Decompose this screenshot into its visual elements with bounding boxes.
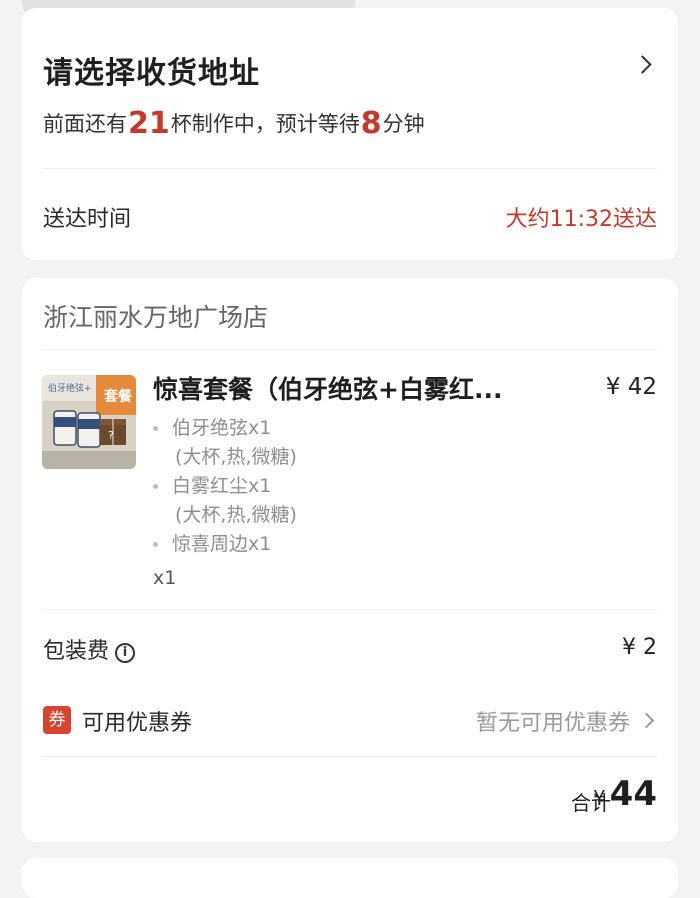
divider — [43, 609, 657, 610]
queue-middle: 杯制作中，预计等待 — [170, 112, 360, 136]
packing-fee-row: 包装费 i — [43, 633, 136, 665]
chevron-right-icon[interactable] — [638, 712, 655, 729]
bullet-icon — [153, 542, 158, 547]
info-icon[interactable]: i — [115, 643, 136, 663]
total-number: 44 — [609, 774, 657, 814]
product-price: ¥ 42 — [605, 374, 657, 400]
product-image: 伯牙绝弦+ 套餐 ? — [42, 375, 136, 469]
bullet-icon — [153, 426, 158, 431]
wait-minutes: 8 — [360, 106, 382, 141]
queue-status: 前面还有21杯制作中，预计等待8分钟 — [43, 106, 425, 141]
delivery-time-label: 送达时间 — [43, 207, 132, 232]
chevron-right-icon[interactable] — [633, 55, 652, 74]
coupon-label[interactable]: 可用优惠券 — [82, 705, 192, 737]
product-name[interactable]: 惊喜套餐（伯牙绝弦+白雾红... — [153, 370, 553, 406]
coupon-icon: 券 — [43, 706, 71, 734]
queue-prefix: 前面还有 — [43, 112, 127, 136]
combo-item-name: 伯牙绝弦x1 — [172, 417, 272, 439]
combo-item-spec: (大杯,热,微糖) — [175, 504, 297, 526]
product-quantity: x1 — [153, 567, 177, 589]
divider — [43, 349, 657, 350]
combo-item: 白雾红尘x1 — [153, 472, 271, 500]
address-title[interactable]: 请选择收货地址 — [43, 48, 260, 92]
packing-fee-value: ¥ 2 — [622, 635, 657, 660]
currency-symbol: ¥ — [592, 786, 606, 810]
coupon-value[interactable]: 暂无可用优惠券 — [476, 705, 630, 737]
svg-text:?: ? — [108, 429, 114, 442]
queue-count: 21 — [128, 106, 170, 141]
packing-fee-label: 包装费 — [43, 639, 110, 664]
order-card: 浙江丽水万地广场店 伯牙绝弦+ 套餐 ? 惊喜套餐（伯牙绝弦+白雾红... ¥ … — [22, 278, 678, 842]
combo-item-name: 白雾红尘x1 — [172, 475, 272, 497]
address-card: 请选择收货地址 前面还有21杯制作中，预计等待8分钟 送达时间 大约11:32送… — [22, 8, 678, 260]
combo-item: 惊喜周边x1 — [153, 530, 271, 558]
bullet-icon — [153, 484, 158, 489]
total-amount: ¥44 — [593, 774, 657, 814]
queue-suffix: 分钟 — [382, 112, 425, 136]
delivery-time-value[interactable]: 大约11:32送达 — [506, 201, 657, 233]
combo-item-name: 惊喜周边x1 — [172, 533, 272, 555]
next-card — [22, 858, 678, 898]
thumb-title: 伯牙绝弦+ — [48, 382, 92, 394]
combo-item: 伯牙绝弦x1 — [153, 414, 271, 442]
divider — [43, 168, 657, 169]
store-name: 浙江丽水万地广场店 — [43, 303, 269, 332]
product-image-art: 伯牙绝弦+ 套餐 ? — [42, 375, 136, 469]
combo-item-spec: (大杯,热,微糖) — [175, 446, 297, 468]
divider — [43, 756, 657, 757]
thumb-badge: 套餐 — [104, 388, 133, 405]
